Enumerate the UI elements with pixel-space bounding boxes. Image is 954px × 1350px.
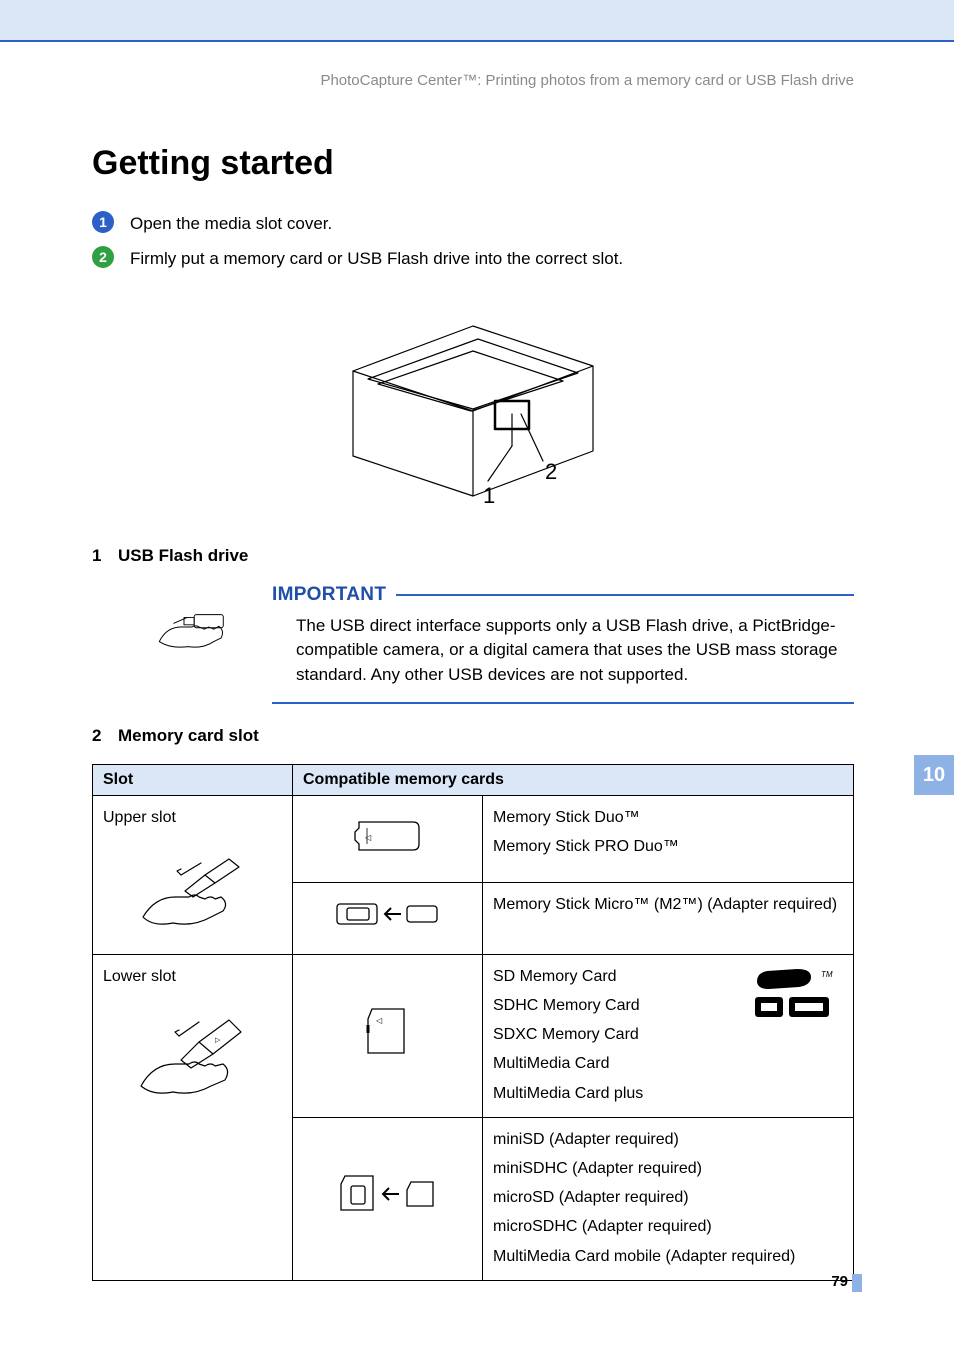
memory-stick-micro-adapter-icon bbox=[333, 896, 443, 932]
cell-msmicro-icon bbox=[293, 882, 483, 954]
cell-lower-slot: Lower slot ▷ bbox=[93, 954, 293, 1280]
page-title: Getting started bbox=[92, 144, 854, 183]
legend-usb: 1 USB Flash drive bbox=[92, 546, 854, 566]
card-mmcplus: MultiMedia Card plus bbox=[493, 1080, 843, 1107]
slot-hand-upper-icon bbox=[133, 847, 253, 937]
upper-slot-label: Upper slot bbox=[103, 804, 282, 831]
step-2-text: Firmly put a memory card or USB Flash dr… bbox=[130, 246, 623, 271]
card-microsdhc: microSDHC (Adapter required) bbox=[493, 1213, 843, 1240]
card-microsd: microSD (Adapter required) bbox=[493, 1184, 843, 1211]
th-cards: Compatible memory cards bbox=[293, 764, 854, 795]
section-context: PhotoCapture Center™: Printing photos fr… bbox=[92, 72, 854, 89]
card-msmicro: Memory Stick Micro™ (M2™) (Adapter requi… bbox=[493, 891, 843, 918]
important-text: The USB direct interface supports only a… bbox=[272, 614, 854, 688]
svg-text:2: 2 bbox=[545, 459, 557, 484]
printer-figure: 1 2 bbox=[92, 311, 854, 521]
card-mmc: MultiMedia Card bbox=[493, 1050, 843, 1077]
card-minisd: miniSD (Adapter required) bbox=[493, 1126, 843, 1153]
legend-usb-num: 1 bbox=[92, 546, 106, 566]
svg-text:◁: ◁ bbox=[365, 833, 372, 842]
important-title: IMPORTANT bbox=[272, 584, 386, 606]
svg-text:1: 1 bbox=[483, 483, 495, 508]
slot-hand-lower-icon: ▷ bbox=[133, 1006, 253, 1106]
card-msduo: Memory Stick Duo™ bbox=[493, 804, 843, 831]
legend-memory-label: Memory card slot bbox=[118, 726, 259, 746]
th-slot: Slot bbox=[93, 764, 293, 795]
step-1-text: Open the media slot cover. bbox=[130, 211, 332, 236]
cell-msduo-icon: ◁ bbox=[293, 795, 483, 882]
sd-adapter-icon bbox=[333, 1170, 443, 1218]
lower-slot-label: Lower slot bbox=[103, 963, 282, 990]
important-rule-bottom bbox=[272, 702, 854, 704]
legend-memory: 2 Memory card slot bbox=[92, 726, 854, 746]
step-1: 1 Open the media slot cover. bbox=[92, 211, 854, 236]
chapter-tab: 10 bbox=[914, 755, 954, 795]
sdhc-logo-icon: TM bbox=[749, 967, 835, 1032]
card-minisdhc: miniSDHC (Adapter required) bbox=[493, 1155, 843, 1182]
memory-stick-duo-icon: ◁ bbox=[353, 814, 423, 854]
svg-text:▷: ▷ bbox=[215, 1037, 221, 1044]
step-bullet-2-icon: 2 bbox=[92, 246, 114, 268]
step-2: 2 Firmly put a memory card or USB Flash … bbox=[92, 246, 854, 271]
legend-memory-num: 2 bbox=[92, 726, 106, 746]
cell-sdadapter-list: miniSD (Adapter required) miniSDHC (Adap… bbox=[483, 1117, 854, 1280]
important-rule-top bbox=[396, 594, 854, 596]
legend-usb-label: USB Flash drive bbox=[118, 546, 248, 566]
page-number-bar bbox=[852, 1274, 862, 1292]
step-bullet-1-icon: 1 bbox=[92, 211, 114, 233]
card-mmcmobile: MultiMedia Card mobile (Adapter required… bbox=[493, 1243, 843, 1270]
cell-sdadapter-icon bbox=[293, 1117, 483, 1280]
printer-illustration-icon: 1 2 bbox=[313, 311, 633, 521]
page-number: 79 bbox=[831, 1273, 848, 1290]
svg-text:TM: TM bbox=[821, 970, 833, 979]
compat-table: Slot Compatible memory cards Upper slot bbox=[92, 764, 854, 1281]
card-mspro: Memory Stick PRO Duo™ bbox=[493, 833, 843, 860]
steps-list: 1 Open the media slot cover. 2 Firmly pu… bbox=[92, 211, 854, 271]
top-band bbox=[0, 0, 954, 42]
important-box: IMPORTANT The USB direct interface suppo… bbox=[272, 584, 854, 704]
cell-upper-slot: Upper slot bbox=[93, 795, 293, 954]
usb-drive-in-hand-icon bbox=[92, 584, 232, 662]
cell-sd-icon: ◁ bbox=[293, 954, 483, 1117]
cell-msduo-list: Memory Stick Duo™ Memory Stick PRO Duo™ bbox=[483, 795, 854, 882]
svg-text:◁: ◁ bbox=[376, 1016, 383, 1025]
sd-card-icon: ◁ bbox=[360, 1003, 416, 1059]
cell-msmicro-list: Memory Stick Micro™ (M2™) (Adapter requi… bbox=[483, 882, 854, 954]
cell-sd-list: SD Memory Card SDHC Memory Card SDXC Mem… bbox=[483, 954, 854, 1117]
